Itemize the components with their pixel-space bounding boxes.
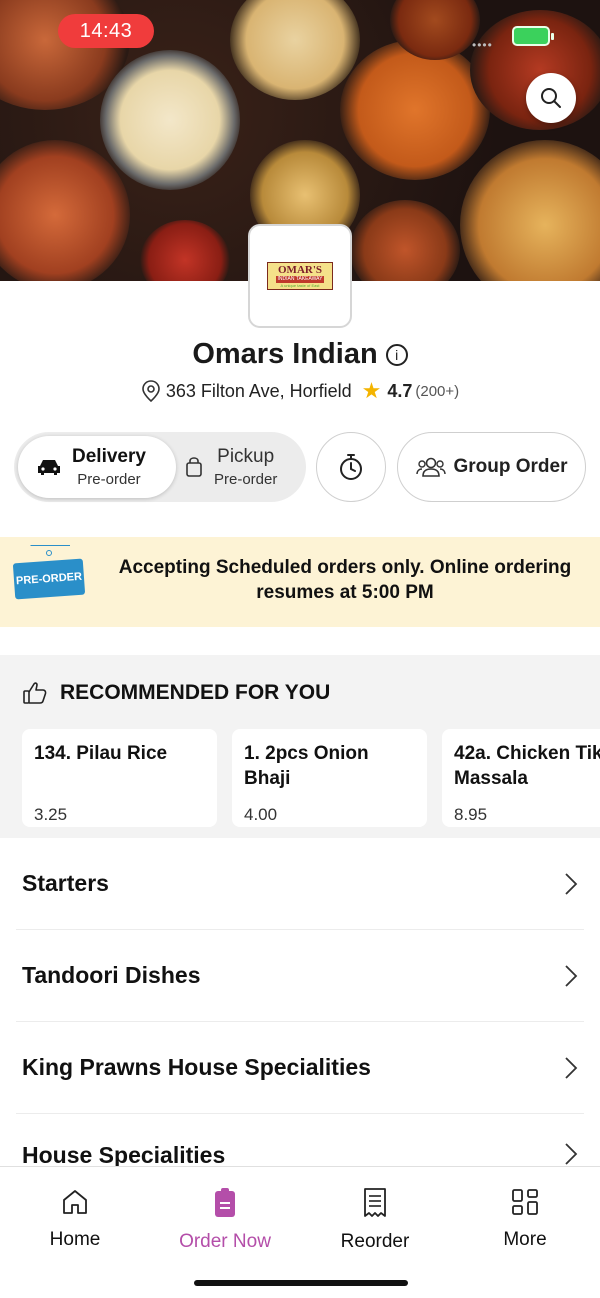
- recommended-item[interactable]: 42a. Chicken Tikka Massala 8.95: [442, 729, 600, 827]
- recommended-item[interactable]: 134. Pilau Rice 3.25: [22, 729, 217, 827]
- chevron-right-icon: [565, 964, 578, 987]
- star-icon: ★: [361, 378, 382, 403]
- food-plate: [100, 50, 240, 190]
- car-icon: [38, 460, 60, 475]
- search-button[interactable]: [526, 73, 576, 123]
- food-plate: [0, 140, 130, 281]
- sign-hook: [46, 550, 52, 556]
- pickup-sub: Pre-order: [214, 471, 278, 488]
- bottom-nav: Home Order Now Reorder More: [0, 1166, 600, 1298]
- preorder-banner: PRE-ORDER Accepting Scheduled orders onl…: [0, 537, 600, 627]
- category-label: Starters: [22, 870, 109, 896]
- preorder-sign-icon: PRE-ORDER: [12, 558, 86, 600]
- nav-label: Reorder: [340, 1231, 410, 1252]
- logo-subtitle: INDIAN TAKEAWAY: [275, 275, 325, 283]
- delivery-sub: Pre-order: [77, 471, 141, 488]
- info-icon[interactable]: i: [385, 344, 408, 367]
- nav-reorder[interactable]: Reorder: [300, 1187, 450, 1253]
- category-row[interactable]: King Prawns House Specialities: [16, 1022, 584, 1114]
- rating-count: (200+): [415, 382, 460, 400]
- restaurant-name-text: Omars Indian: [192, 338, 378, 370]
- food-plate: [230, 0, 360, 100]
- recommended-title: RECOMMENDED FOR YOU: [60, 681, 331, 704]
- recommended-item-price: 3.25: [34, 805, 68, 824]
- category-row[interactable]: Tandoori Dishes: [16, 930, 584, 1022]
- food-plate: [350, 200, 460, 281]
- home-icon: [63, 1190, 87, 1214]
- recommended-item[interactable]: 1. 2pcs Onion Bhaji 4.00: [232, 729, 427, 827]
- recommended-item-price: 4.00: [244, 805, 278, 824]
- category-row[interactable]: Starters: [16, 838, 584, 930]
- grid-icon: [512, 1189, 538, 1215]
- signal-icon: ••••: [472, 38, 493, 52]
- restaurant-name: Omars Indian i: [0, 338, 600, 371]
- order-icon: [215, 1188, 235, 1217]
- chevron-right-icon: [565, 1143, 578, 1165]
- banner-message: Accepting Scheduled orders only. Online …: [118, 557, 572, 603]
- category-label: House Specialities: [22, 1142, 226, 1168]
- pickup-option[interactable]: Pickup Pre-order: [182, 436, 302, 498]
- chevron-right-icon: [565, 872, 578, 895]
- nav-label: More: [503, 1229, 547, 1250]
- home-indicator: [194, 1280, 408, 1286]
- pickup-label: Pickup: [217, 446, 275, 467]
- restaurant-logo: OMAR'S INDIAN TAKEAWAY A unique taste of…: [248, 224, 352, 328]
- recommended-item-name: 42a. Chicken Tikka Massala: [454, 743, 600, 789]
- logo-title: OMAR'S: [278, 263, 322, 276]
- category-label: Tandoori Dishes: [22, 962, 201, 988]
- nav-order-now[interactable]: Order Now: [150, 1187, 300, 1253]
- stopwatch-icon: [340, 454, 362, 480]
- recommended-item-price: 8.95: [454, 805, 488, 824]
- group-order-button[interactable]: Group Order: [397, 432, 586, 502]
- schedule-button[interactable]: [316, 432, 386, 502]
- address-row: 363 Filton Ave, Horfield ★ 4.7 (200+): [0, 380, 600, 402]
- delivery-label: Delivery: [72, 446, 146, 467]
- nav-label: Home: [49, 1229, 101, 1250]
- food-plate: [340, 40, 490, 180]
- thumbs-up-icon: [23, 682, 47, 704]
- chevron-right-icon: [565, 1056, 578, 1079]
- logo-tagline: A unique taste of East: [280, 282, 320, 288]
- order-mode-toggle: Delivery Pre-order Pickup Pre-order: [14, 432, 306, 502]
- nav-label: Order Now: [179, 1231, 271, 1252]
- bag-icon: [186, 457, 202, 477]
- rating-value: 4.7: [387, 380, 413, 401]
- battery-icon: [512, 26, 554, 46]
- food-plate: [140, 220, 230, 281]
- delivery-option[interactable]: Delivery Pre-order: [18, 436, 176, 498]
- category-list: Starters Tandoori Dishes King Prawns Hou…: [0, 838, 600, 1206]
- category-label: King Prawns House Specialities: [22, 1054, 371, 1080]
- recommended-item-name: 1. 2pcs Onion Bhaji: [244, 743, 369, 789]
- group-icon: [416, 457, 447, 477]
- group-order-label: Group Order: [453, 456, 568, 477]
- nav-home[interactable]: Home: [0, 1187, 150, 1251]
- status-time: 14:43: [58, 14, 154, 48]
- receipt-icon: [364, 1188, 386, 1217]
- recommended-header: RECOMMENDED FOR YOU: [22, 681, 330, 705]
- recommended-section: RECOMMENDED FOR YOU 134. Pilau Rice 3.25…: [0, 655, 600, 838]
- search-icon: [541, 88, 561, 108]
- recommended-item-name: 134. Pilau Rice: [34, 743, 168, 764]
- location-pin-icon: [142, 380, 160, 402]
- nav-more[interactable]: More: [450, 1187, 600, 1251]
- restaurant-address: 363 Filton Ave, Horfield: [165, 380, 352, 401]
- food-plate: [460, 140, 600, 281]
